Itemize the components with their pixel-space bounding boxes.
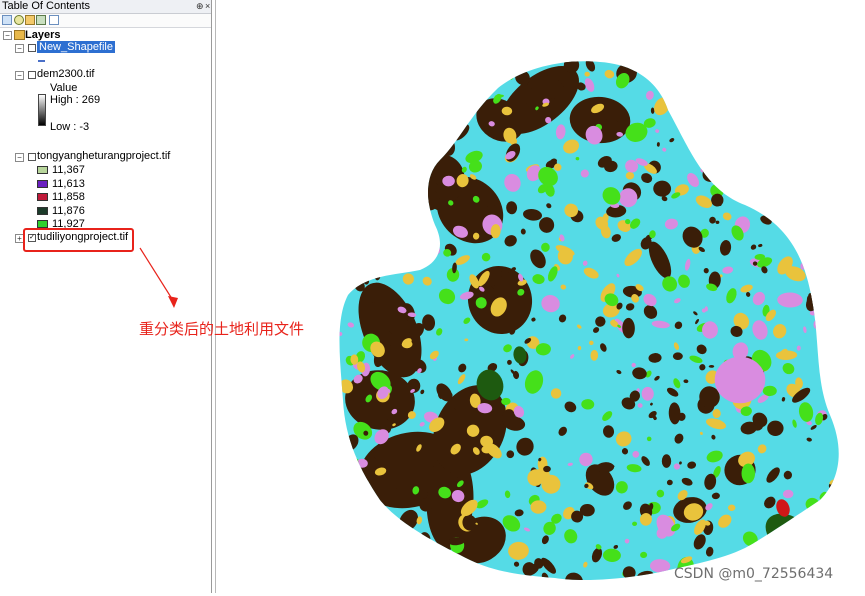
collapse-dem-icon[interactable]: − [15, 71, 24, 80]
collapse-layers-icon[interactable]: − [3, 31, 12, 40]
layer-new-shapefile[interactable]: New_Shapefile [37, 41, 115, 53]
class-swatch [37, 220, 48, 228]
annotation-label: 重分类后的土地利用文件 [139, 320, 305, 338]
annotation-highlight-box [23, 228, 134, 252]
list-by-source-icon[interactable] [14, 15, 24, 25]
map-view[interactable] [216, 0, 865, 593]
class-label: 11,876 [52, 205, 85, 217]
annotation-arrow [139, 247, 178, 308]
class-swatch [37, 193, 48, 201]
collapse-tongyang-icon[interactable]: − [15, 153, 24, 162]
toc-header: Table Of Contents ⊕ × [0, 0, 211, 14]
options-icon[interactable] [49, 15, 59, 25]
list-by-visibility-icon[interactable] [25, 15, 35, 25]
list-by-selection-icon[interactable] [36, 15, 46, 25]
layer-tongyang[interactable]: tongyangheturangproject.tif [37, 150, 170, 162]
toc-toolbar [0, 14, 211, 28]
line-symbol-icon [38, 60, 45, 62]
class-label: 11,613 [52, 178, 85, 190]
dem-low-label: Low : -3 [50, 121, 90, 133]
dem-high-label: High : 269 [50, 94, 101, 106]
watermark: CSDN @m0_72556434 [674, 566, 834, 582]
class-label: 11,367 [52, 164, 85, 176]
land-use-raster-map [339, 61, 839, 580]
close-icon[interactable]: × [205, 0, 210, 13]
toc-title: Table Of Contents [2, 0, 91, 12]
layers-root-label[interactable]: Layers [25, 29, 60, 41]
collapse-new-shapefile-icon[interactable]: − [15, 44, 24, 53]
class-swatch [37, 207, 48, 215]
class-swatch [37, 180, 48, 188]
list-by-drawing-order-icon[interactable] [2, 15, 12, 25]
tongyang-checkbox[interactable] [28, 153, 36, 161]
layer-dem2300[interactable]: dem2300.tif [37, 68, 94, 80]
dem-legend-title: Value [50, 82, 78, 94]
class-label: 11,858 [52, 191, 85, 203]
pin-icon[interactable]: ⊕ [196, 0, 204, 13]
layers-folder-icon [14, 30, 25, 40]
new-shapefile-checkbox[interactable] [28, 44, 36, 52]
class-swatch [37, 166, 48, 174]
dem-checkbox[interactable] [28, 71, 36, 79]
elevation-ramp-swatch [38, 94, 46, 126]
